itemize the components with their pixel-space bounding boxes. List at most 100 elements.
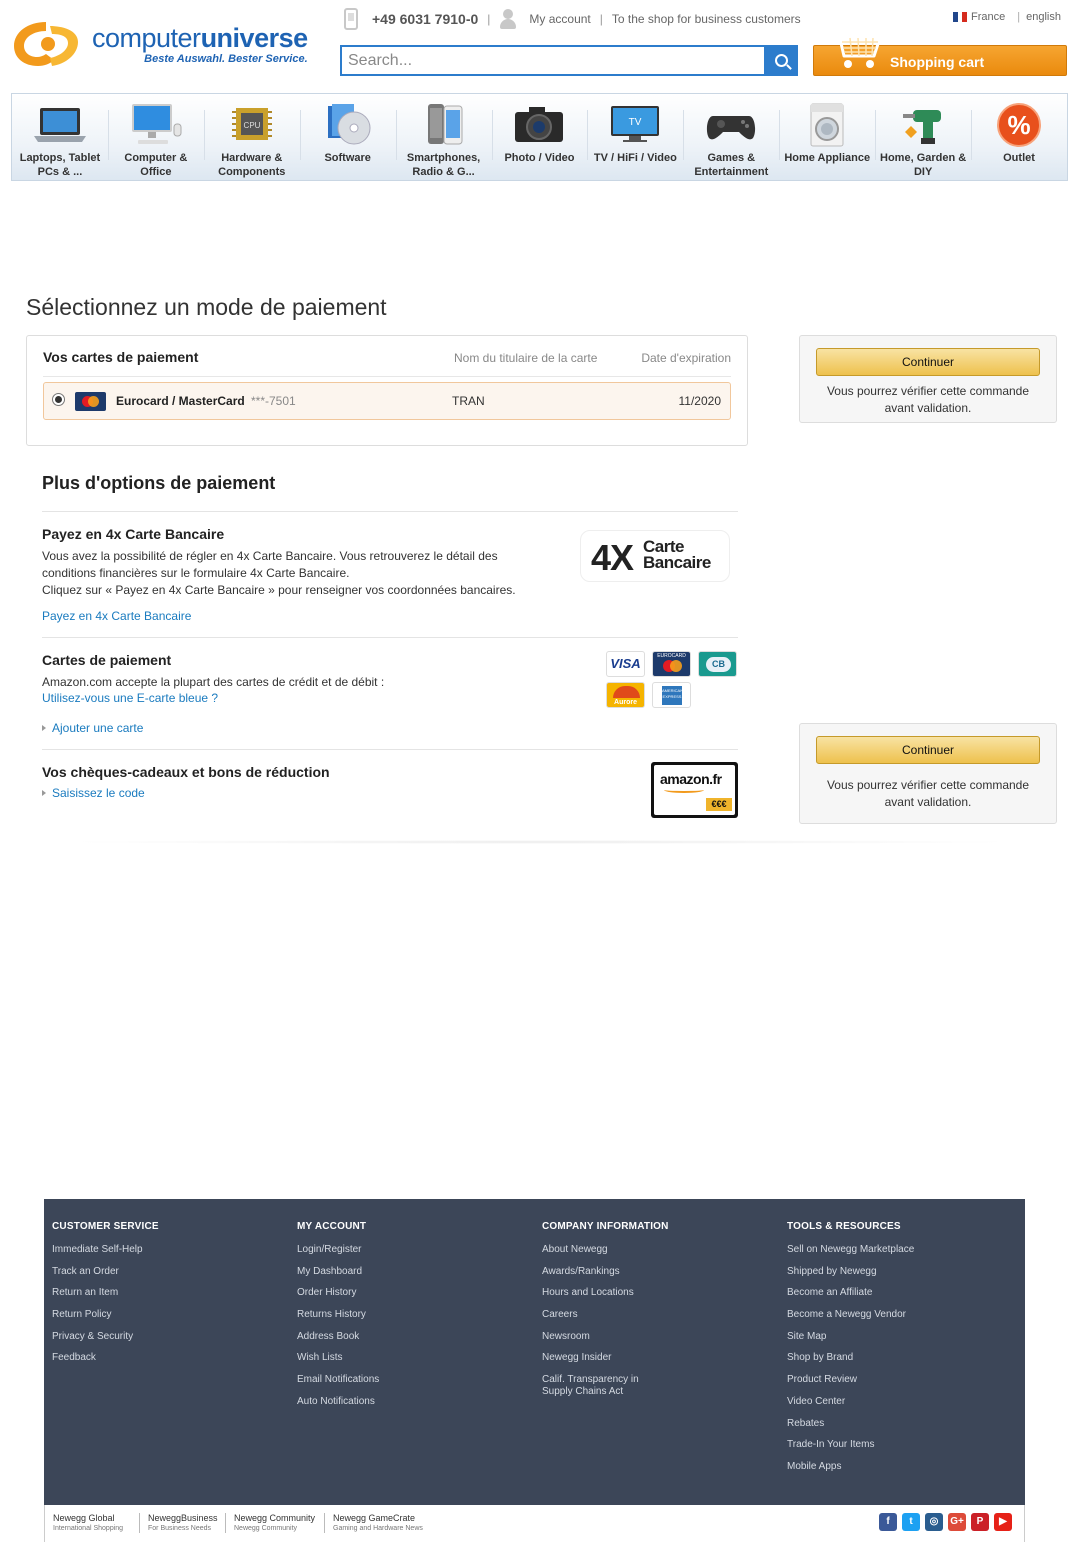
footer-link[interactable]: Sell on Newegg Marketplace [787,1244,914,1256]
category-hardware[interactable]: CPU Hardware & Components [203,94,300,180]
footer-link[interactable]: Returns History [297,1309,379,1321]
column-holder-label: Nom du titulaire de la carte [454,351,598,365]
footer-link[interactable]: Site Map [787,1331,914,1343]
category-smartphones[interactable]: Smartphones, Radio & G... [395,94,492,180]
footer-bottom-link[interactable]: Newegg GameCrate Gaming and Hardware New… [324,1513,423,1533]
footer-link[interactable]: Trade-In Your Items [787,1439,914,1451]
footer-bottom-link[interactable]: Newegg Community Newegg Community [225,1513,315,1533]
footer-link[interactable]: Newegg Insider [542,1352,669,1364]
facebook-icon[interactable]: f [879,1513,897,1531]
site-logo[interactable]: computeruniverse Beste Auswahl. Bester S… [10,18,308,70]
twitter-icon[interactable]: t [902,1513,920,1531]
continue-button[interactable]: Continuer [816,348,1040,376]
category-label: Laptops, Tablet PCs & ... [19,152,101,178]
footer-bottom-link[interactable]: NeweggBusiness For Business Needs [139,1513,218,1533]
footer-column-customer-service: CUSTOMER SERVICE Immediate Self-Help Tra… [52,1221,159,1374]
category-label: TV / HiFi / Video [593,152,677,164]
footer-link[interactable]: Rebates [787,1418,914,1430]
footer-link[interactable]: Auto Notifications [297,1396,379,1408]
eurocard-icon: EUROCARD [652,651,691,677]
footer-link[interactable]: Feedback [52,1352,159,1364]
footer-column-company-info: COMPANY INFORMATION About Newegg Awards/… [542,1221,669,1408]
cb-icon: CB [698,651,737,677]
category-outlet[interactable]: % Outlet [971,94,1067,180]
category-photo-video[interactable]: Photo / Video [491,94,588,180]
enter-code-link[interactable]: Saisissez le code [42,786,145,800]
pinterest-icon[interactable]: P [971,1513,989,1531]
footer-link[interactable]: Become a Newegg Vendor [787,1309,914,1321]
category-home-appliance[interactable]: Home Appliance [779,94,875,180]
cpu-chip-icon: CPU [224,101,280,149]
footer-link[interactable]: Careers [542,1309,669,1321]
language-switcher: France | english [953,11,1061,23]
category-nav: Laptops, Tablet PCs & ... Computer & Off… [11,93,1068,181]
category-tv-hifi[interactable]: TV TV / HiFi / Video [587,94,683,180]
footer-bottom-link[interactable]: Newegg Global International Shopping [53,1513,123,1533]
footer-link[interactable]: My Dashboard [297,1266,379,1278]
user-icon [499,8,517,30]
footer-link[interactable]: Become an Affiliate [787,1287,914,1299]
page-title: Sélectionnez un mode de paiement [26,294,387,320]
category-home-garden[interactable]: Home, Garden & DIY [875,94,971,180]
footer-link[interactable]: Awards/Rankings [542,1266,669,1278]
continue-button[interactable]: Continuer [816,736,1040,764]
saved-cards-panel: Vos cartes de paiement Nom du titulaire … [26,335,748,446]
laptop-icon [32,101,88,149]
footer-bottom-bar: Newegg Global International Shopping New… [44,1505,1025,1542]
card-radio[interactable] [52,393,65,406]
category-software[interactable]: Software [299,94,396,180]
footer-heading: CUSTOMER SERVICE [52,1221,159,1232]
footer-link[interactable]: Address Book [297,1331,379,1343]
footer-link[interactable]: Shop by Brand [787,1352,914,1364]
category-label: Photo / Video [504,152,575,164]
footer-link[interactable]: Video Center [787,1396,914,1408]
tv-icon: TV [607,101,663,149]
footer-link[interactable]: Order History [297,1287,379,1299]
category-label: Hardware & Components [218,152,286,178]
card-number: ***-7501 [251,394,296,408]
business-shop-link[interactable]: To the shop for business customers [612,12,801,26]
footer-link[interactable]: Return Policy [52,1309,159,1321]
my-account-link[interactable]: My account [529,12,590,26]
ecard-link[interactable]: Utilisez-vous une E-carte bleue ? [42,691,218,705]
camera-icon [511,101,567,149]
pay-4x-link[interactable]: Payez en 4x Carte Bancaire [42,609,191,623]
footer-link[interactable]: Calif. Transparency in Supply Chains Act [542,1374,652,1398]
footer-link[interactable]: Login/Register [297,1244,379,1256]
google-plus-icon[interactable]: G+ [948,1513,966,1531]
footer-link[interactable]: Immediate Self-Help [52,1244,159,1256]
footer-link[interactable]: Shipped by Newegg [787,1266,914,1278]
software-disc-icon [320,101,376,149]
footer-link[interactable]: Wish Lists [297,1352,379,1364]
category-label: Smartphones, Radio & G... [406,152,481,178]
add-card-link[interactable]: Ajouter une carte [42,721,143,735]
language-link[interactable]: english [1026,11,1061,23]
footer-link[interactable]: About Newegg [542,1244,669,1256]
shopping-cart-button[interactable]: Shopping cart [813,28,1067,76]
search-button[interactable] [764,45,798,76]
youtube-icon[interactable]: ▶ [994,1513,1012,1531]
search-input[interactable] [340,45,764,76]
footer-link[interactable]: Privacy & Security [52,1331,159,1343]
saved-cards-title: Vos cartes de paiement [43,349,199,365]
footer-heading: COMPANY INFORMATION [542,1221,669,1232]
category-laptops[interactable]: Laptops, Tablet PCs & ... [12,94,108,180]
country-link[interactable]: France [971,11,1005,23]
footer-link[interactable]: Product Review [787,1374,914,1386]
visa-icon: VISA [606,651,645,677]
instagram-icon[interactable]: ◎ [925,1513,943,1531]
footer-link[interactable]: Hours and Locations [542,1287,669,1299]
footer-link[interactable]: Return an Item [52,1287,159,1299]
svg-text:CPU: CPU [243,121,260,130]
phone-icon [344,8,358,30]
footer-link[interactable]: Track an Order [52,1266,159,1278]
option-gift-cards: Vos chèques-cadeaux et bons de réduction… [42,749,738,831]
logo-mark-icon [10,18,82,70]
category-games[interactable]: Games & Entertainment [683,94,779,180]
category-computer-office[interactable]: Computer & Office [107,94,204,180]
footer-link[interactable]: Newsroom [542,1331,669,1343]
footer-link[interactable]: Mobile Apps [787,1461,914,1473]
footer-link[interactable]: Email Notifications [297,1374,379,1386]
option-title: Vos chèques-cadeaux et bons de réduction [42,764,330,780]
saved-card-row[interactable]: Eurocard / MasterCard ***-7501 TRAN 11/2… [43,382,731,420]
